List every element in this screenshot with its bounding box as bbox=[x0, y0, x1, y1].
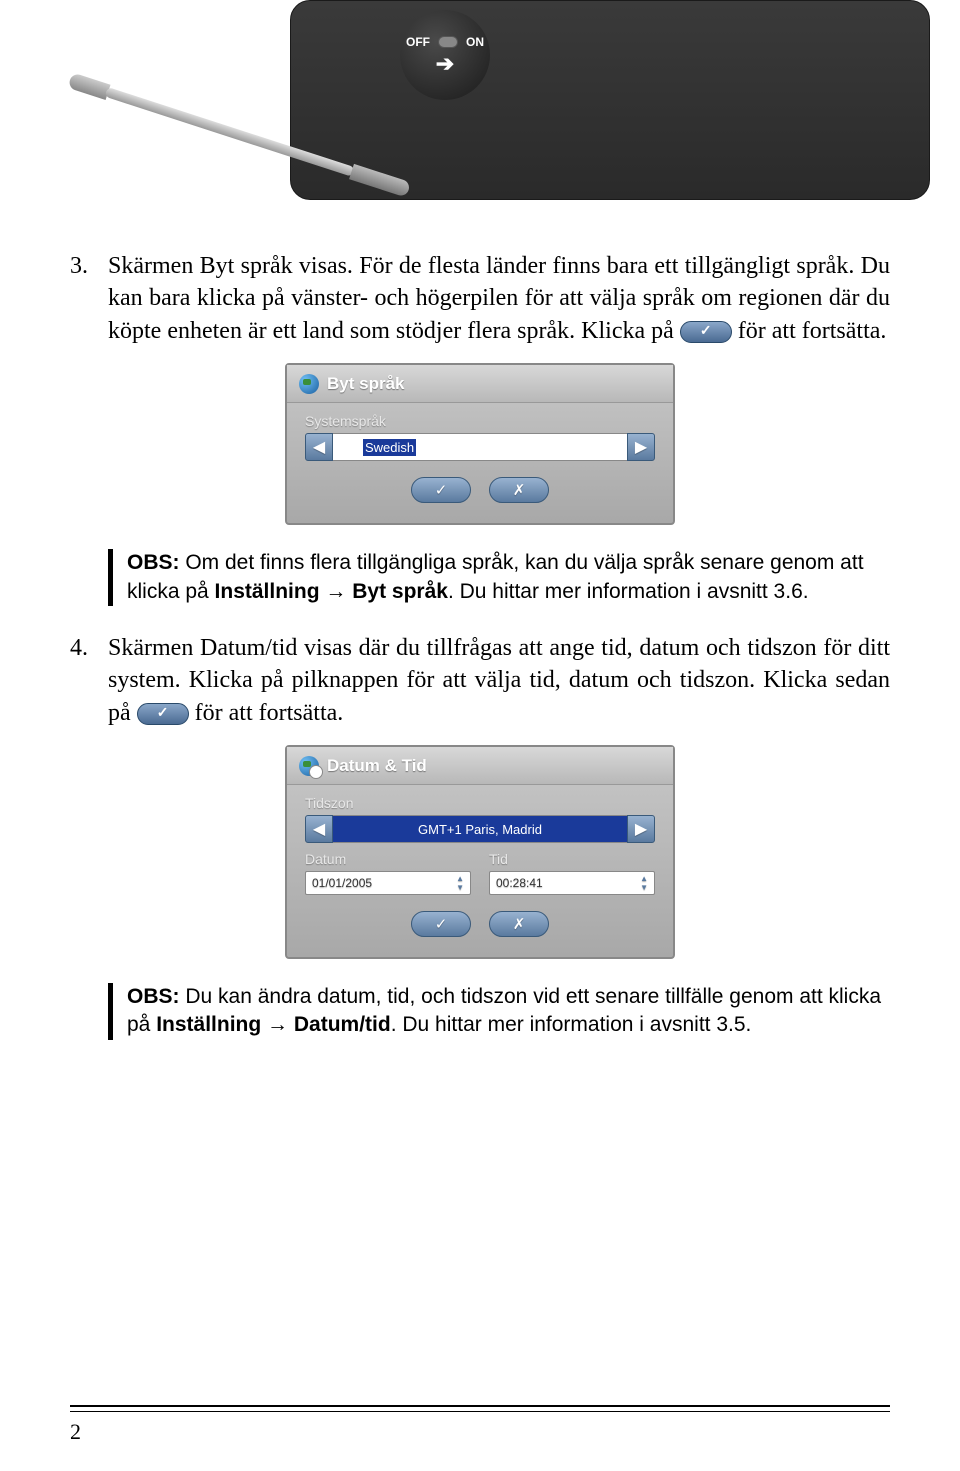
globe-clock-icon bbox=[299, 756, 319, 776]
spinner-icon: ▲▼ bbox=[640, 875, 648, 892]
obs-label: OBS: bbox=[127, 985, 180, 1008]
dialog-title: Datum & Tid bbox=[327, 756, 427, 776]
step4-text-b: för att fortsätta. bbox=[195, 700, 344, 726]
time-label: Tid bbox=[489, 851, 655, 867]
note-bar bbox=[108, 549, 113, 606]
path-setting: Inställning bbox=[156, 1013, 261, 1036]
ok-button[interactable]: ✓ bbox=[411, 477, 471, 503]
obs-label: OBS: bbox=[127, 551, 180, 574]
next-language-button[interactable]: ▶ bbox=[627, 433, 655, 461]
footer-rule-thick bbox=[70, 1405, 890, 1409]
arrow-icon: → bbox=[320, 580, 353, 603]
on-label: ON bbox=[466, 35, 484, 49]
language-selector: ◀ Swedish ▶ bbox=[305, 433, 655, 461]
step-3: 3. Skärmen Byt språk visas. För de flest… bbox=[70, 250, 890, 347]
dialog-title: Byt språk bbox=[327, 374, 404, 394]
page-footer: 2 bbox=[70, 1405, 890, 1445]
arrow-right-icon: ➔ bbox=[436, 53, 454, 75]
path-change-language: Byt språk bbox=[352, 580, 448, 603]
timezone-selector: ◀ GMT+1 Paris, Madrid ▶ bbox=[305, 815, 655, 843]
off-label: OFF bbox=[406, 35, 430, 49]
device-illustration: OFF ON ➔ bbox=[70, 0, 890, 230]
step-4: 4. Skärmen Datum/tid visas där du tillfr… bbox=[70, 632, 890, 729]
prev-language-button[interactable]: ◀ bbox=[305, 433, 333, 461]
camera-body bbox=[290, 0, 930, 200]
note-text: OBS: Du kan ändra datum, tid, och tidszo… bbox=[127, 983, 890, 1040]
timezone-value: GMT+1 Paris, Madrid bbox=[333, 815, 627, 843]
change-language-dialog: Byt språk Systemspråk ◀ Swedish ▶ ✓ ✗ bbox=[285, 363, 675, 525]
system-language-label: Systemspråk bbox=[305, 413, 655, 429]
step-number: 3. bbox=[70, 250, 108, 347]
check-button-icon bbox=[137, 703, 189, 725]
prev-timezone-button[interactable]: ◀ bbox=[305, 815, 333, 843]
cancel-button[interactable]: ✗ bbox=[489, 911, 549, 937]
footer-rule-thin bbox=[70, 1411, 890, 1415]
cancel-button[interactable]: ✗ bbox=[489, 477, 549, 503]
time-value: 00:28:41 bbox=[496, 876, 543, 890]
step-number: 4. bbox=[70, 632, 108, 729]
note-1: OBS: Om det finns flera tillgängliga spr… bbox=[108, 549, 890, 606]
arrow-icon: → bbox=[261, 1013, 294, 1036]
globe-icon bbox=[299, 374, 319, 394]
check-button-icon bbox=[680, 321, 732, 343]
note-text: OBS: Om det finns flera tillgängliga spr… bbox=[127, 549, 890, 606]
date-value: 01/01/2005 bbox=[312, 876, 372, 890]
note2-text-b: . Du hittar mer information i avsnitt 3.… bbox=[391, 1013, 752, 1036]
page-number: 2 bbox=[70, 1419, 890, 1445]
ok-button[interactable]: ✓ bbox=[411, 911, 471, 937]
note-bar bbox=[108, 983, 113, 1040]
note1-text-b: . Du hittar mer information i avsnitt 3.… bbox=[448, 580, 809, 603]
spinner-icon: ▲▼ bbox=[456, 875, 464, 892]
date-label: Datum bbox=[305, 851, 471, 867]
timezone-label: Tidszon bbox=[305, 795, 655, 811]
dialog-header: Byt språk bbox=[287, 365, 673, 403]
next-timezone-button[interactable]: ▶ bbox=[627, 815, 655, 843]
step-text: Skärmen Datum/tid visas där du tillfråga… bbox=[108, 632, 890, 729]
dialog-header: Datum & Tid bbox=[287, 747, 673, 785]
power-switch-dial: OFF ON ➔ bbox=[400, 10, 490, 100]
path-date-time: Datum/tid bbox=[294, 1013, 391, 1036]
note-2: OBS: Du kan ändra datum, tid, och tidszo… bbox=[108, 983, 890, 1040]
switch-toggle bbox=[438, 36, 458, 48]
step-text: Skärmen Byt språk visas. För de flesta l… bbox=[108, 250, 890, 347]
path-setting: Inställning bbox=[215, 580, 320, 603]
language-value: Swedish bbox=[333, 433, 627, 461]
date-input[interactable]: 01/01/2005 ▲▼ bbox=[305, 871, 471, 895]
time-input[interactable]: 00:28:41 ▲▼ bbox=[489, 871, 655, 895]
date-time-dialog: Datum & Tid Tidszon ◀ GMT+1 Paris, Madri… bbox=[285, 745, 675, 959]
step3-text-b: för att fortsätta. bbox=[738, 318, 887, 344]
